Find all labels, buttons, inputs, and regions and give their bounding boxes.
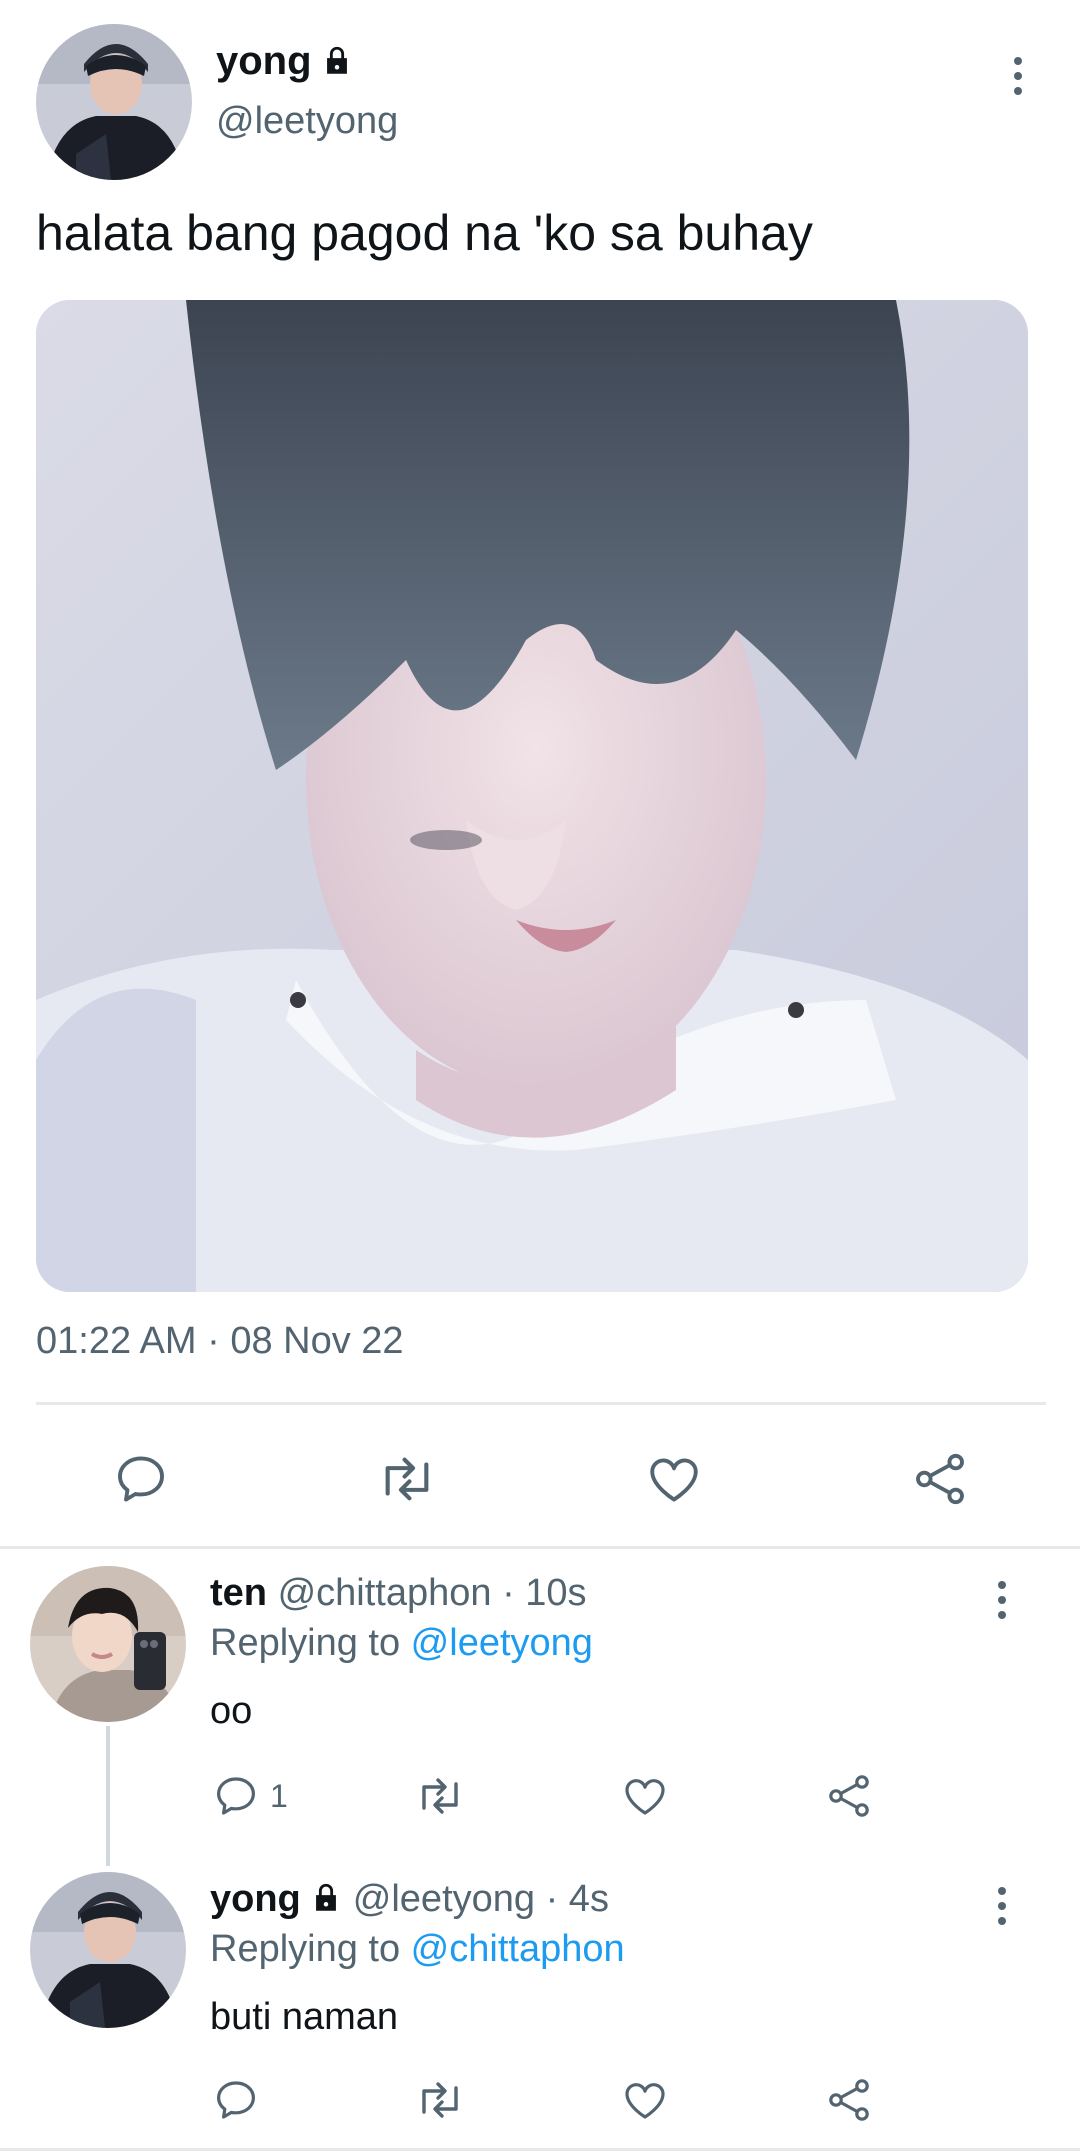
retweet-button[interactable]	[412, 1772, 468, 1820]
replying-to-prefix: Replying to	[210, 1622, 411, 1664]
share-icon	[829, 2079, 869, 2121]
share-button[interactable]	[824, 2076, 874, 2124]
reply-header: ten @chittaphon · 10s	[210, 1572, 587, 1615]
replying-to: Replying to @leetyong	[210, 1622, 593, 1665]
retweet-button[interactable]	[412, 2076, 468, 2124]
avatar-image	[30, 1566, 186, 1722]
tweet-action-bar	[0, 1430, 1080, 1530]
share-button[interactable]	[910, 1450, 970, 1508]
replying-to: Replying to @chittaphon	[210, 1928, 625, 1971]
share-button[interactable]	[824, 1772, 874, 1820]
retweet-icon	[385, 1457, 429, 1501]
retweet-icon	[422, 1778, 458, 1814]
reply-count: 1	[270, 1777, 288, 1814]
share-icon	[916, 1453, 964, 1505]
heart-icon	[650, 1458, 698, 1502]
reply-header: yong @leetyong · 4s	[210, 1878, 609, 1921]
avatar-image	[36, 24, 192, 180]
main-tweet: yong @leetyong halata bang pagod na 'ko …	[0, 0, 1080, 1548]
retweet-icon	[422, 2082, 458, 2118]
thread-line	[106, 1726, 110, 1866]
handle[interactable]: @leetyong	[353, 1878, 535, 1920]
more-vertical-icon[interactable]	[998, 46, 1038, 106]
comment-icon	[118, 1456, 164, 1502]
replying-to-prefix: Replying to	[210, 1928, 411, 1970]
heart-icon	[625, 2083, 665, 2119]
display-name[interactable]: ten	[210, 1572, 267, 1614]
reply-tweet[interactable]: ten @chittaphon · 10s Replying to @leety…	[0, 1560, 1080, 1866]
reply-time[interactable]: · 10s	[502, 1572, 586, 1614]
handle[interactable]: @chittaphon	[278, 1572, 492, 1614]
divider	[0, 2148, 1080, 2151]
comment-icon	[217, 2081, 255, 2119]
share-icon	[829, 1775, 869, 1817]
avatar[interactable]	[30, 1566, 186, 1722]
like-button[interactable]	[620, 2076, 670, 2124]
avatar-image	[30, 1872, 186, 2028]
lock-icon	[320, 44, 354, 78]
more-vertical-icon[interactable]	[982, 1876, 1022, 1936]
divider	[0, 1546, 1080, 1549]
lock-icon	[309, 1881, 343, 1915]
more-vertical-icon[interactable]	[982, 1570, 1022, 1630]
retweet-button[interactable]	[374, 1450, 440, 1508]
avatar[interactable]	[30, 1872, 186, 2028]
heart-icon	[625, 1779, 665, 1815]
reply-text: buti naman	[210, 1996, 399, 2038]
comment-icon	[217, 1777, 255, 1815]
divider	[36, 1402, 1046, 1405]
display-name[interactable]: yong	[210, 1878, 301, 1920]
handle[interactable]: @leetyong	[216, 100, 398, 143]
avatar[interactable]	[36, 24, 192, 180]
display-name[interactable]: yong	[216, 36, 354, 86]
reply-time[interactable]: · 4s	[546, 1878, 609, 1920]
reply-button[interactable]	[212, 2076, 260, 2124]
like-button[interactable]	[620, 1772, 670, 1820]
reply-button[interactable]: 1	[212, 1772, 288, 1820]
reply-text: oo	[210, 1690, 253, 1732]
reply-tweet[interactable]: yong @leetyong · 4s Replying to @chittaph…	[0, 1866, 1080, 2148]
like-button[interactable]	[644, 1450, 704, 1508]
reply-button[interactable]	[112, 1450, 170, 1508]
mention-link[interactable]: @chittaphon	[411, 1928, 625, 1970]
display-name-text[interactable]: yong	[216, 39, 312, 84]
mention-link[interactable]: @leetyong	[411, 1622, 593, 1664]
tweet-text: halata bang pagod na 'ko sa buhay	[36, 205, 813, 261]
tweet-timestamp[interactable]: 01:22 AM · 08 Nov 22	[36, 1320, 404, 1363]
tweet-photo[interactable]	[36, 300, 1028, 1292]
